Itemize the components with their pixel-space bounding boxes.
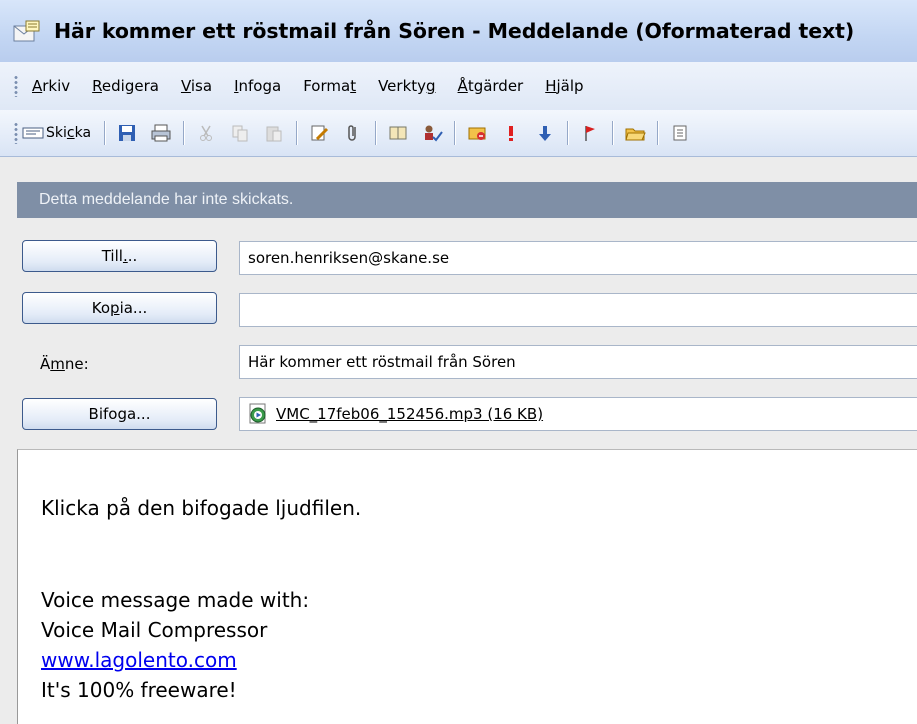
subject-field-value: Här kommer ett röstmail från Sören: [248, 353, 516, 371]
menu-infoga[interactable]: Infoga: [234, 77, 281, 95]
window-title: Här kommer ett röstmail från Sören - Med…: [54, 19, 855, 43]
menu-redigera[interactable]: Redigera: [92, 77, 159, 95]
toolbar-separator: [375, 121, 377, 145]
to-field[interactable]: soren.henriksen@skane.se: [239, 241, 917, 275]
print-icon[interactable]: [149, 121, 173, 145]
toolbar-separator: [612, 121, 614, 145]
cc-field[interactable]: [239, 293, 917, 327]
body-line-product: Voice Mail Compressor: [41, 618, 268, 642]
body-line-instruction: Klicka på den bifogade ljudfilen.: [41, 496, 362, 520]
address-book-icon[interactable]: [386, 121, 410, 145]
message-pane: Detta meddelande har inte skickats. Till…: [0, 157, 917, 724]
importance-high-icon[interactable]: [499, 121, 523, 145]
menu-verktyg[interactable]: Verktyg: [378, 77, 435, 95]
info-bar: Detta meddelande har inte skickats.: [17, 182, 917, 218]
subject-field[interactable]: Här kommer ett röstmail från Sören: [239, 345, 917, 379]
audio-file-icon: [249, 403, 266, 424]
copy-icon[interactable]: [228, 121, 252, 145]
more-icon[interactable]: [668, 121, 692, 145]
check-names-icon[interactable]: [420, 121, 444, 145]
body-line-freeware: It's 100% freeware!: [41, 678, 237, 702]
attachment-link[interactable]: VMC_17feb06_152456.mp3 (16 KB): [276, 405, 543, 423]
attach-button[interactable]: Bifoga...: [22, 398, 217, 430]
toolbar-separator: [104, 121, 106, 145]
send-button[interactable]: Ski c ka: [22, 125, 91, 141]
message-envelope-icon: [13, 20, 40, 42]
toolbar-separator: [567, 121, 569, 145]
menu-arkiv[interactable]: Arkiv: [32, 77, 70, 95]
message-body[interactable]: Klicka på den bifogade ljudfilen. Voice …: [17, 449, 917, 724]
to-button[interactable]: Till...: [22, 240, 217, 272]
flag-icon[interactable]: [578, 121, 602, 145]
toolbar: Ski c ka: [0, 110, 917, 157]
importance-low-icon[interactable]: [533, 121, 557, 145]
toolbar-separator: [183, 121, 185, 145]
attachment-field: VMC_17feb06_152456.mp3 (16 KB): [239, 397, 917, 431]
website-link[interactable]: www.lagolento.com: [41, 648, 237, 672]
toolbar-grip[interactable]: [14, 122, 18, 144]
toolbar-separator: [454, 121, 456, 145]
to-field-value: soren.henriksen@skane.se: [248, 249, 450, 267]
paperclip-icon[interactable]: [341, 121, 365, 145]
save-icon[interactable]: [115, 121, 139, 145]
body-line-made-with: Voice message made with:: [41, 588, 310, 612]
edit-icon[interactable]: [307, 121, 331, 145]
toolbar-separator: [657, 121, 659, 145]
menu-visa[interactable]: Visa: [181, 77, 212, 95]
cc-button[interactable]: Ko p ia...: [22, 292, 217, 324]
menu-bar: Arkiv Redigera Visa Infoga Format Verkty…: [0, 62, 917, 110]
menu-atgarder[interactable]: Åtgärder: [458, 77, 524, 95]
menu-format[interactable]: Format: [303, 77, 356, 95]
open-folder-icon[interactable]: [623, 121, 647, 145]
cut-icon[interactable]: [194, 121, 218, 145]
title-bar: Här kommer ett röstmail från Sören - Med…: [0, 0, 917, 62]
body-link: www.lagolento.com: [41, 648, 237, 672]
paste-icon[interactable]: [262, 121, 286, 145]
menu-hjalp[interactable]: Hjälp: [545, 77, 583, 95]
toolbar-separator: [296, 121, 298, 145]
options-icon[interactable]: [465, 121, 489, 145]
menu-grip[interactable]: [14, 75, 18, 97]
send-icon: [22, 127, 44, 139]
subject-label: Ämne:: [40, 355, 89, 373]
